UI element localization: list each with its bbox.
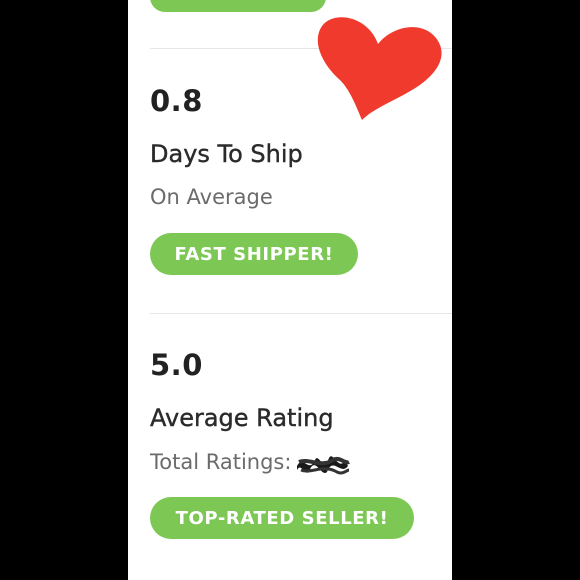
divider (150, 313, 452, 314)
days-to-ship-title: Days To Ship (150, 140, 303, 168)
top-badge-partial[interactable] (150, 0, 326, 12)
days-to-ship-subtitle: On Average (150, 185, 273, 209)
total-ratings-label: Total Ratings: (150, 448, 351, 478)
fast-shipper-badge[interactable]: FAST SHIPPER! (150, 233, 358, 275)
seller-stats-panel: 0.8 Days To Ship On Average FAST SHIPPER… (128, 0, 452, 580)
total-ratings-text: Total Ratings: (150, 450, 292, 474)
days-to-ship-value: 0.8 (150, 84, 203, 118)
redacted-scribble (297, 456, 351, 475)
heart-icon (317, 17, 442, 120)
average-rating-value: 5.0 (150, 348, 203, 382)
top-rated-seller-badge[interactable]: TOP-RATED SELLER! (150, 497, 414, 539)
average-rating-title: Average Rating (150, 404, 334, 432)
